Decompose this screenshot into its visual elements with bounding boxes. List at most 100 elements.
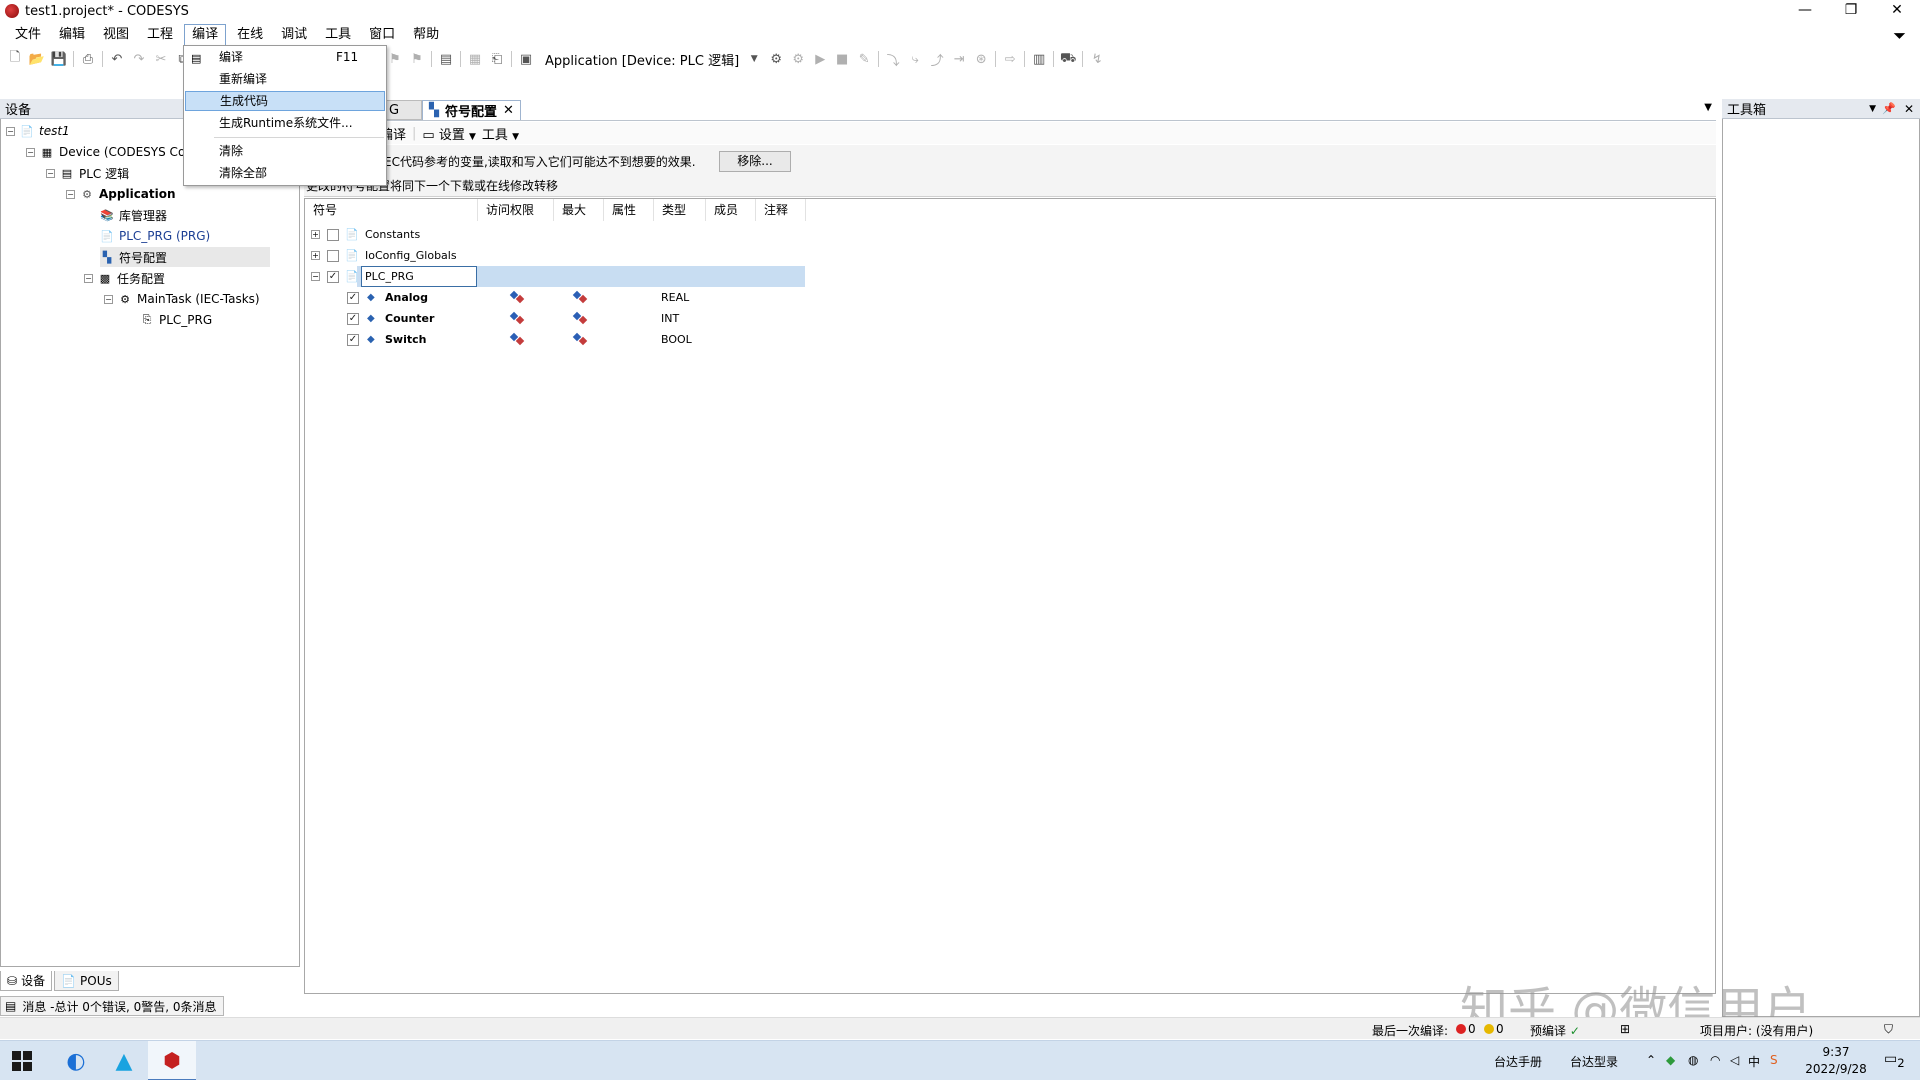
redo-icon[interactable]: ↷	[128, 49, 150, 69]
breakpoint-icon[interactable]: ⊛	[970, 49, 992, 69]
editor-settings-button[interactable]: ▭ 设置 ▼	[422, 124, 476, 143]
row-checkbox[interactable]: ✓	[327, 271, 339, 283]
close-tab-icon[interactable]: ✕	[503, 103, 514, 118]
step-over-icon[interactable]: ⤵	[882, 49, 904, 69]
layout-icon[interactable]: ▦	[464, 49, 486, 69]
menu-item-generate-runtime-files[interactable]: 生成Runtime系统文件...	[185, 113, 385, 133]
compile-icon[interactable]: ▤	[435, 49, 457, 69]
project-user[interactable]: 项目用户: (没有用户)	[1700, 1022, 1813, 1039]
menu-item-clean-all[interactable]: 清除全部	[185, 163, 385, 183]
warning-count[interactable]: 0	[1482, 1022, 1504, 1036]
tree-item-plc-logic[interactable]: − ▤ PLC 逻辑	[46, 163, 129, 183]
save-icon[interactable]: 💾	[48, 49, 70, 69]
table-row[interactable]: − ✓ 📄 PLC_PRG	[305, 266, 805, 287]
pin-icon[interactable]: 📌	[1882, 102, 1896, 115]
editor-tools-button[interactable]: 工具 ▼	[482, 124, 519, 143]
collapse-icon[interactable]: −	[104, 294, 113, 304]
expand-icon[interactable]: +	[311, 251, 320, 260]
chevron-down-icon[interactable]: ▼	[1869, 104, 1876, 114]
error-count[interactable]: 0	[1454, 1022, 1476, 1036]
menu-item-generate-code[interactable]: 生成代码	[185, 91, 385, 111]
column-header-access[interactable]: 访问权限	[478, 199, 554, 221]
tree-item-plc-prg[interactable]: 📄 PLC_PRG (PRG)	[100, 226, 210, 246]
application-icon[interactable]: ▣	[515, 49, 537, 69]
tree-item-maintask[interactable]: − ⚙ MainTask (IEC-Tasks)	[104, 289, 260, 309]
tray-delta-manual[interactable]: 台达手册	[1494, 1053, 1542, 1070]
stop-icon[interactable]: ■	[831, 49, 853, 69]
monitor-icon[interactable]: ⊞	[1620, 1022, 1630, 1036]
menu-help[interactable]: 帮助	[406, 25, 446, 45]
close-button[interactable]: ✕	[1874, 0, 1920, 22]
menu-file[interactable]: 文件	[8, 25, 48, 45]
bookmark-next-icon[interactable]: ⚑	[406, 49, 428, 69]
write-values-icon[interactable]: ▥	[1028, 49, 1050, 69]
restore-button[interactable]: ❐	[1828, 0, 1874, 22]
menu-item-build[interactable]: ▤ 编译 F11	[185, 47, 385, 67]
volume-icon[interactable]: ◁	[1730, 1053, 1739, 1067]
precompile-status[interactable]: 预编译 ✓	[1530, 1022, 1580, 1039]
read-write-access-icon[interactable]	[509, 291, 525, 303]
tree-item-task-configuration[interactable]: − ▩ 任务配置	[84, 268, 165, 288]
read-write-access-icon[interactable]	[509, 312, 525, 324]
minimize-button[interactable]: —	[1782, 0, 1828, 22]
undo-icon[interactable]: ↶	[106, 49, 128, 69]
new-file-icon[interactable]: 🗋	[4, 49, 26, 69]
menu-item-clean[interactable]: 清除	[185, 141, 385, 161]
run-to-cursor-icon[interactable]: ⇥	[948, 49, 970, 69]
column-header-symbol[interactable]: 符号	[305, 199, 478, 221]
column-header-comment[interactable]: 注释	[756, 199, 806, 221]
start-icon[interactable]: ▶	[809, 49, 831, 69]
collapse-icon[interactable]: −	[311, 272, 320, 281]
row-checkbox[interactable]: ✓	[347, 334, 359, 346]
chevron-down-icon[interactable]: ▼	[743, 49, 765, 69]
expand-icon[interactable]: +	[311, 230, 320, 239]
tree-item-library-manager[interactable]: 📚 库管理器	[100, 205, 167, 225]
column-header-type[interactable]: 类型	[654, 199, 706, 221]
tab-plc-prg[interactable]: G	[382, 100, 422, 120]
table-row[interactable]: + 📄 Constants	[305, 224, 805, 245]
table-row[interactable]: ✓ ◆ Counter INT	[305, 308, 805, 329]
collapse-icon[interactable]: −	[26, 147, 35, 157]
tab-symbol-configuration[interactable]: ▚ 符号配置 ✕	[422, 100, 521, 120]
print-icon[interactable]: ⎙	[77, 49, 99, 69]
bookmark-icon[interactable]: ⚑	[384, 49, 406, 69]
menu-debug[interactable]: 调试	[274, 25, 314, 45]
device-icon[interactable]: ⎗	[486, 49, 508, 69]
notification-center[interactable]: ▭2	[1884, 1051, 1905, 1070]
remove-button[interactable]: 移除...	[719, 151, 791, 172]
menu-build[interactable]: 编译	[184, 24, 227, 46]
chevron-down-icon[interactable]: ▼	[1704, 102, 1712, 113]
filter-icon[interactable]: ⏷	[1893, 26, 1906, 46]
tree-item-task-plc-prg[interactable]: ⎘ PLC_PRG	[140, 310, 213, 330]
ime-indicator[interactable]: 中	[1748, 1053, 1760, 1070]
step-into-icon[interactable]: ⤷	[904, 49, 926, 69]
open-folder-icon[interactable]: 📂	[26, 49, 48, 69]
tree-item-project[interactable]: − 📄 test1	[6, 121, 70, 141]
table-row[interactable]: ✓ ◆ Analog REAL	[305, 287, 805, 308]
tab-devices[interactable]: ⛁ 设备	[0, 971, 53, 991]
tree-item-application[interactable]: − ⚙ Application	[66, 184, 176, 204]
cut-icon[interactable]: ✂	[150, 49, 172, 69]
row-checkbox[interactable]: ✓	[347, 292, 359, 304]
menu-online[interactable]: 在线	[230, 25, 270, 45]
menu-edit[interactable]: 编辑	[52, 25, 92, 45]
messages-tab[interactable]: ▤ 消息 -总计 0个错误, 0警告, 0条消息	[0, 996, 224, 1016]
close-icon[interactable]: ✕	[1904, 102, 1914, 116]
row-checkbox[interactable]: ✓	[347, 313, 359, 325]
menu-view[interactable]: 视图	[96, 25, 136, 45]
taskbar-app-2[interactable]: ▲	[100, 1041, 148, 1080]
show-next-statement-icon[interactable]: ⇨	[999, 49, 1021, 69]
qq-icon[interactable]: ◍	[1688, 1053, 1698, 1067]
tray-app-icon[interactable]: ◆	[1666, 1053, 1675, 1067]
row-checkbox[interactable]	[327, 229, 339, 241]
tray-delta-catalog[interactable]: 台达型录	[1570, 1053, 1618, 1070]
shield-icon[interactable]: ⛉	[1884, 1022, 1893, 1037]
column-header-attribute[interactable]: 属性	[604, 199, 654, 221]
collapse-icon[interactable]: −	[66, 189, 75, 199]
menu-window[interactable]: 窗口	[362, 25, 402, 45]
menu-project[interactable]: 工程	[140, 25, 180, 45]
active-application-select[interactable]: Application [Device: PLC 逻辑]	[541, 50, 743, 69]
table-row[interactable]: + 📄 IoConfig_Globals	[305, 245, 805, 266]
unforce-icon[interactable]: ↯	[1086, 49, 1108, 69]
table-row[interactable]: ✓ ◆ Switch BOOL	[305, 329, 805, 350]
